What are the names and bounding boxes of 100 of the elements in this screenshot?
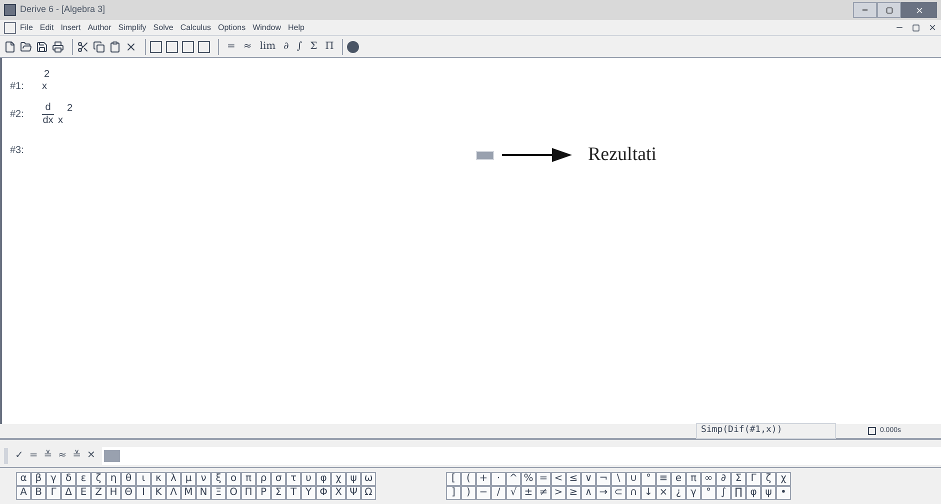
symbol-key[interactable]: μ [181, 472, 196, 486]
symbol-key[interactable]: Λ [166, 486, 181, 500]
symbol-key[interactable]: π [241, 472, 256, 486]
symbol-key[interactable]: ( [461, 472, 476, 486]
symbol-key[interactable]: ] [446, 486, 461, 500]
symbol-key[interactable]: \ [611, 472, 626, 486]
symbol-key[interactable]: α [16, 472, 31, 486]
toolbar-icon[interactable] [20, 40, 32, 52]
symbol-key[interactable]: e [671, 472, 686, 486]
entry-field[interactable] [102, 446, 941, 464]
symbol-key[interactable]: ∞ [701, 472, 716, 486]
menu-item[interactable]: Help [288, 22, 304, 34]
symbol-key[interactable]: κ [151, 472, 166, 486]
symbol-key[interactable]: ↓ [641, 486, 656, 500]
symbol-key[interactable]: Ω [361, 486, 376, 500]
toolbar-icon[interactable] [166, 40, 178, 52]
symbol-key[interactable]: φ [746, 486, 761, 500]
toolbar-icon[interactable] [125, 40, 137, 52]
symbol-key[interactable]: ∧ [581, 486, 596, 500]
symbol-key[interactable]: Π [241, 486, 256, 500]
menu-item[interactable]: Insert [60, 22, 81, 34]
toolbar-button[interactable]: ∂ [284, 39, 289, 54]
symbol-key[interactable]: λ [166, 472, 181, 486]
symbol-key[interactable]: φ [316, 472, 331, 486]
symbol-key[interactable]: Ρ [256, 486, 271, 500]
entry-button[interactable]: = [29, 448, 38, 463]
menu-item[interactable]: Window [252, 22, 282, 34]
symbol-key[interactable]: ^ [506, 472, 521, 486]
symbol-key[interactable]: = [536, 472, 551, 486]
symbol-key[interactable]: + [476, 472, 491, 486]
symbol-key[interactable]: Ν [196, 486, 211, 500]
symbol-key[interactable]: ) [461, 486, 476, 500]
symbol-key[interactable]: χ [776, 472, 791, 486]
entry-button[interactable]: ≈ [58, 448, 67, 463]
symbol-key[interactable]: Μ [181, 486, 196, 500]
restore-icon[interactable] [912, 24, 920, 32]
symbol-key[interactable]: ∪ [626, 472, 641, 486]
menu-item[interactable]: Solve [153, 22, 174, 34]
entry-button[interactable]: ≚ [44, 448, 52, 463]
symbol-key[interactable]: / [491, 486, 506, 500]
entry-button[interactable]: ✕ [86, 448, 96, 463]
symbol-key[interactable]: • [776, 486, 791, 500]
symbol-key[interactable]: ο [226, 472, 241, 486]
toolbar-icon[interactable] [93, 40, 105, 52]
toolbar-icon[interactable] [182, 40, 194, 52]
symbol-key[interactable]: ° [701, 486, 716, 500]
symbol-key[interactable]: χ [331, 472, 346, 486]
menu-item[interactable]: Author [88, 22, 112, 34]
toolbar-icon[interactable] [36, 40, 48, 52]
symbol-key[interactable]: β [31, 472, 46, 486]
toolbar-button[interactable]: lim [260, 39, 276, 54]
symbol-key[interactable]: ξ [211, 472, 226, 486]
symbol-key[interactable]: ≤ [566, 472, 581, 486]
symbol-key[interactable]: ¬ [596, 472, 611, 486]
symbol-key[interactable]: Η [106, 486, 121, 500]
symbol-key[interactable]: · [491, 472, 506, 486]
symbol-key[interactable]: Σ [731, 472, 746, 486]
symbol-key[interactable]: Χ [331, 486, 346, 500]
symbol-key[interactable]: ≡ [656, 472, 671, 486]
maximize-button[interactable] [877, 2, 901, 18]
symbol-key[interactable]: γ [686, 486, 701, 500]
symbol-key[interactable]: Ο [226, 486, 241, 500]
symbol-key[interactable]: ∨ [581, 472, 596, 486]
symbol-key[interactable]: Α [16, 486, 31, 500]
symbol-key[interactable]: ≠ [536, 486, 551, 500]
symbol-key[interactable]: Θ [121, 486, 136, 500]
symbol-key[interactable]: √ [506, 486, 521, 500]
symbol-key[interactable]: ± [521, 486, 536, 500]
symbol-key[interactable]: Ψ [346, 486, 361, 500]
entry-button[interactable]: ≚ [72, 448, 81, 463]
symbol-key[interactable]: ζ [91, 472, 106, 486]
menu-item[interactable]: Simplify [118, 22, 146, 34]
symbol-key[interactable]: Δ [61, 486, 76, 500]
symbol-key[interactable]: Γ [46, 486, 61, 500]
symbol-key[interactable]: Γ [746, 472, 761, 486]
symbol-key[interactable]: ° [641, 472, 656, 486]
symbol-key[interactable]: ψ [761, 486, 776, 500]
symbol-key[interactable]: θ [121, 472, 136, 486]
symbol-key[interactable]: γ [46, 472, 61, 486]
symbol-key[interactable]: × [656, 486, 671, 500]
toolbar-button[interactable]: Σ [310, 39, 318, 54]
symbol-key[interactable]: ∏ [731, 486, 746, 500]
symbol-key[interactable]: Ε [76, 486, 91, 500]
symbol-key[interactable]: ψ [346, 472, 361, 486]
symbol-key[interactable]: ∂ [716, 472, 731, 486]
symbol-key[interactable]: < [551, 472, 566, 486]
symbol-key[interactable]: Ζ [91, 486, 106, 500]
toolbar-icon[interactable] [77, 40, 89, 52]
menu-item[interactable]: Calculus [180, 22, 211, 34]
toolbar-icon[interactable] [52, 40, 64, 52]
symbol-key[interactable]: > [551, 486, 566, 500]
symbol-key[interactable]: Ξ [211, 486, 226, 500]
symbol-key[interactable]: ≥ [566, 486, 581, 500]
symbol-key[interactable]: ρ [256, 472, 271, 486]
symbol-key[interactable]: υ [301, 472, 316, 486]
symbol-key[interactable]: ζ [761, 472, 776, 486]
toolbar-button[interactable]: ≈ [243, 39, 252, 54]
symbol-key[interactable]: ∩ [626, 486, 641, 500]
symbol-key[interactable]: Τ [286, 486, 301, 500]
symbol-key[interactable]: ν [196, 472, 211, 486]
